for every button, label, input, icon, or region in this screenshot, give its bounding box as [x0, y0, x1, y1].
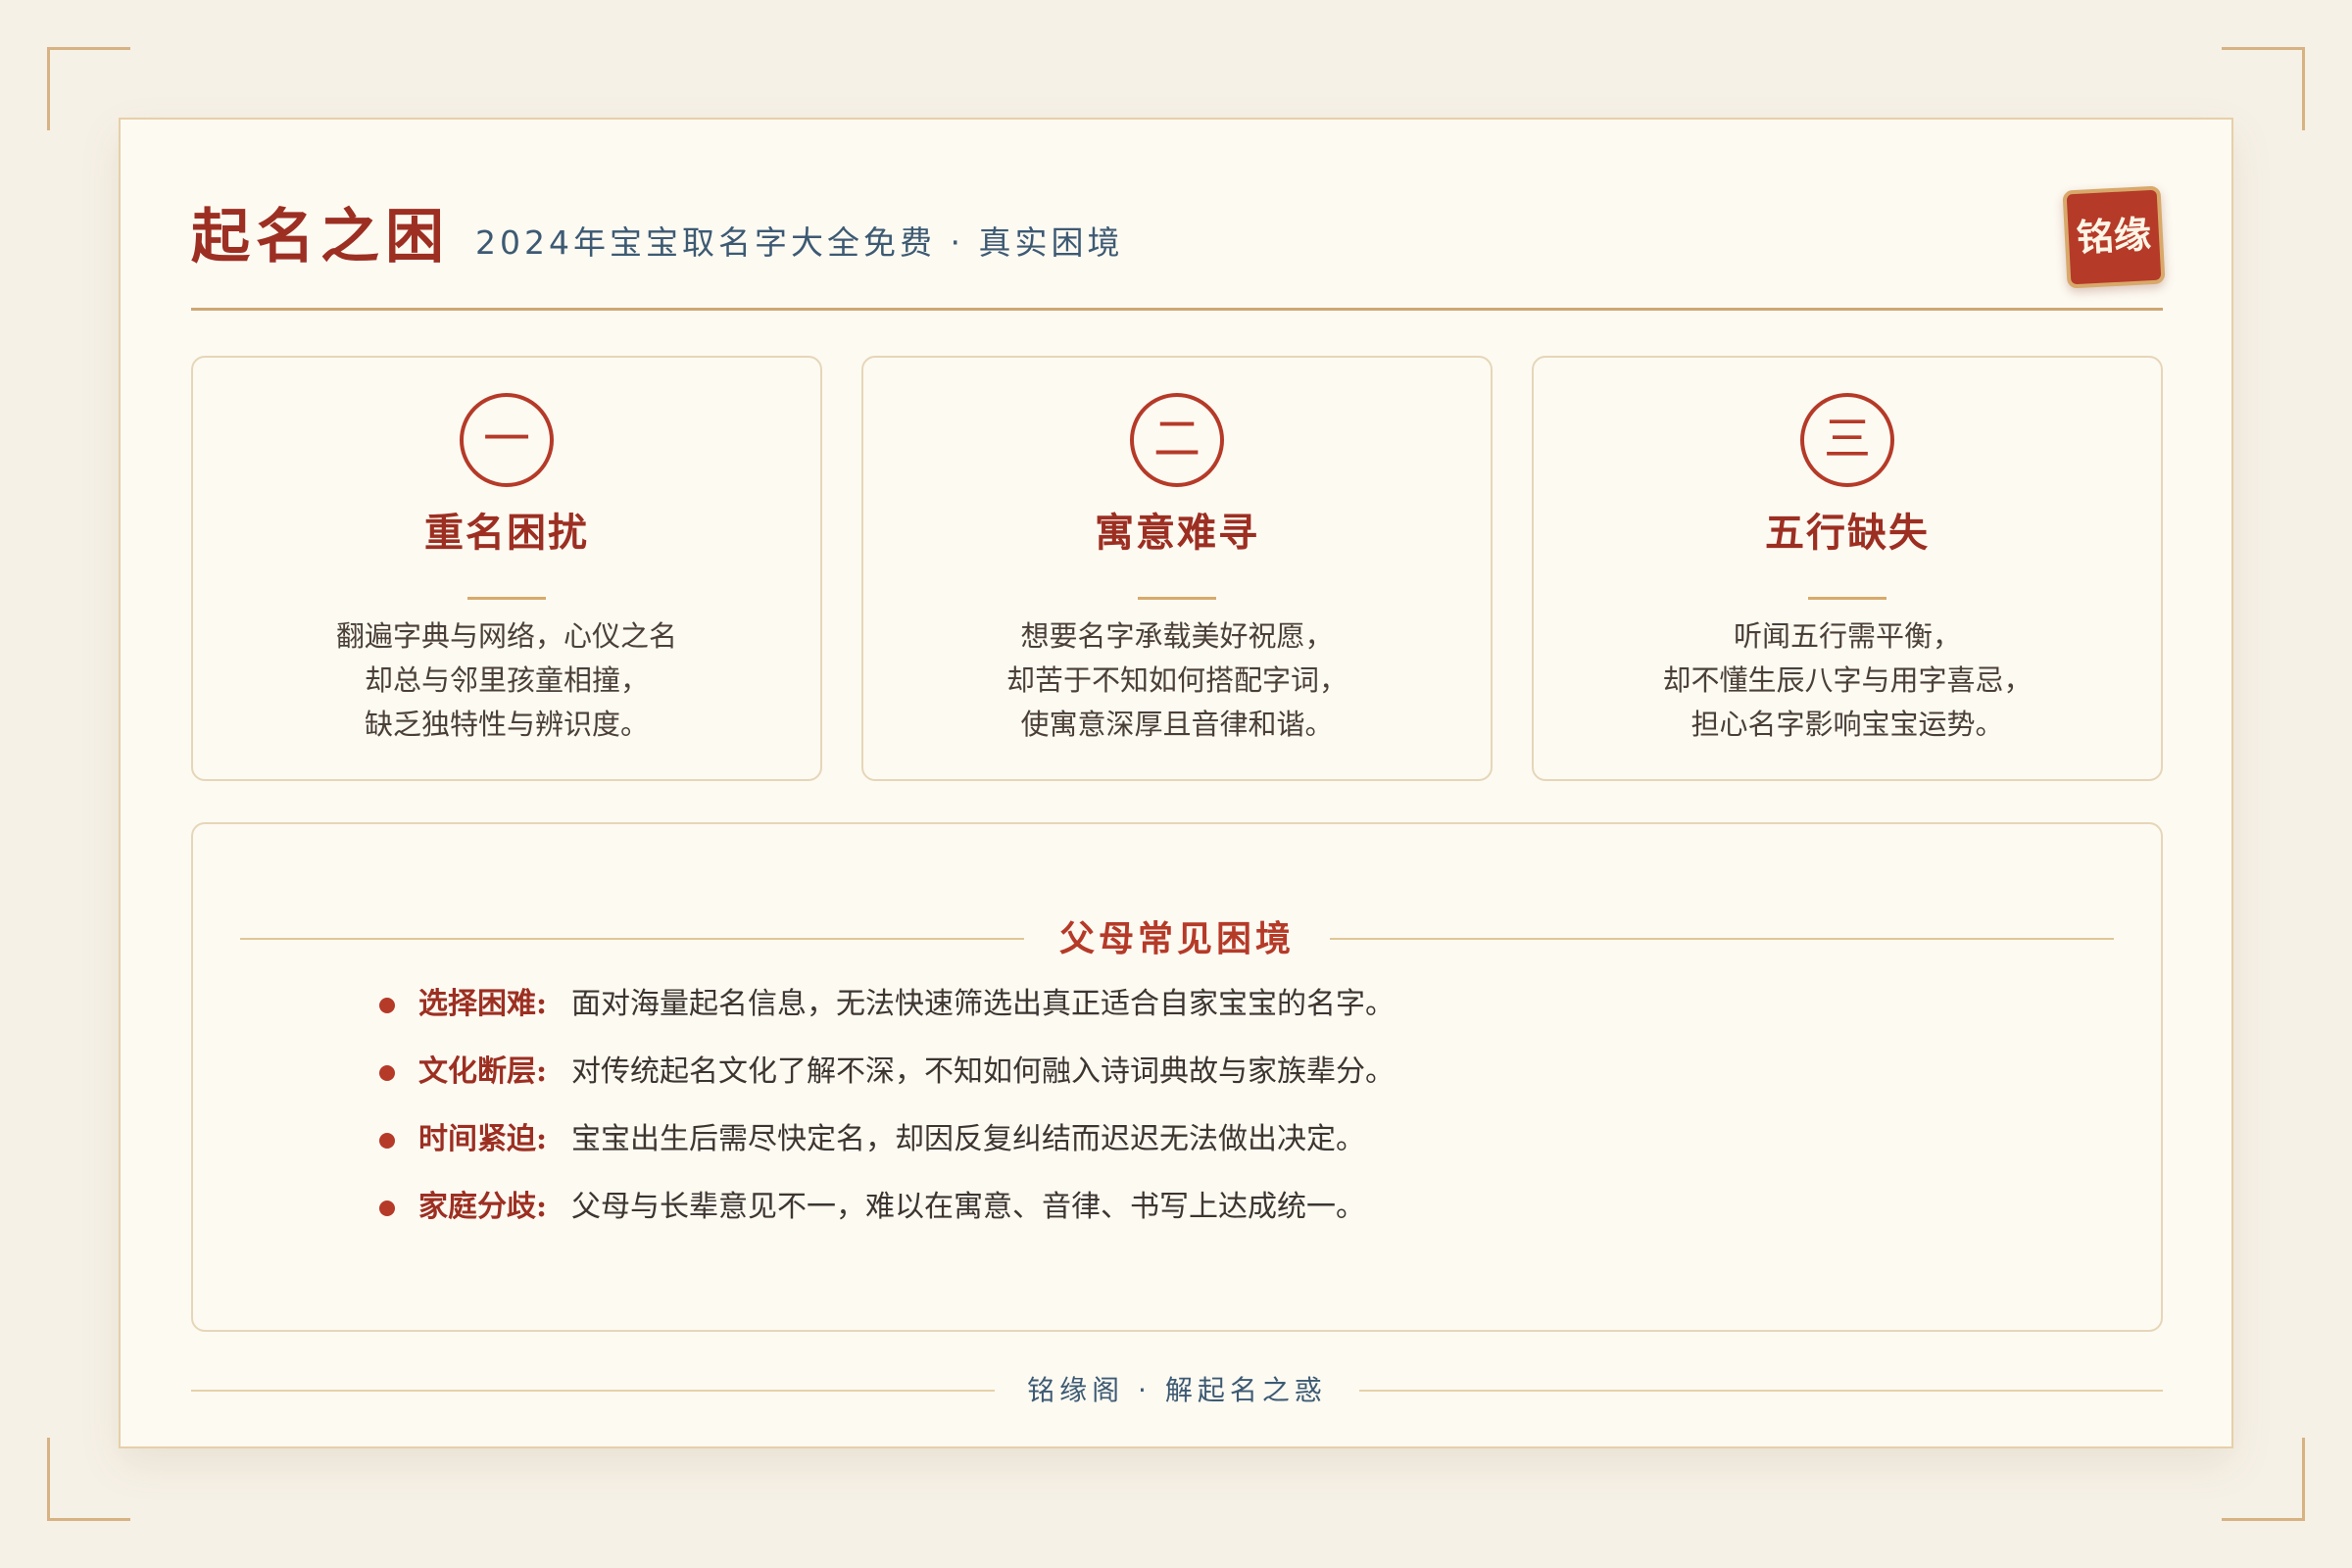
card-number-badge: 一	[460, 393, 554, 487]
page-header: 起名之困 2024年宝宝取名字大全免费 · 真实困境 铭缘	[191, 185, 2166, 306]
problem-cards: 一 重名困扰 翻遍字典与网络，心仪之名 却总与邻里孩童相撞， 缺乏独特性与辨识度…	[191, 356, 2163, 783]
card-description-line: 担心名字影响宝宝运势。	[1690, 708, 2004, 741]
card-divider	[467, 597, 546, 600]
card-divider	[1138, 597, 1216, 600]
list-item-text: 面对海量起名信息，无法快速筛选出真正适合自家宝宝的名字。	[571, 987, 1395, 1021]
bullet-icon	[379, 1200, 395, 1216]
card-title: 重名困扰	[424, 510, 589, 556]
card-description: 想要名字承载美好祝愿， 却苦于不知如何搭配字词， 使寓意深厚且音律和谐。	[893, 614, 1461, 747]
problem-card: 三 五行缺失 听闻五行需平衡， 却不懂生辰八字与用字喜忌， 担心名字影响宝宝运势…	[1532, 356, 2163, 781]
card-number-badge: 三	[1800, 393, 1894, 487]
card-description: 翻遍字典与网络，心仪之名 却总与邻里孩童相撞， 缺乏独特性与辨识度。	[222, 614, 791, 747]
page-subtitle: 2024年宝宝取名字大全免费 · 真实困境	[475, 223, 1124, 262]
list-item-label: 时间紧迫:	[418, 1122, 548, 1156]
brand-seal: 铭缘	[2062, 185, 2166, 289]
page-footer: 铭缘阁 · 解起名之惑	[191, 1366, 2163, 1415]
list-item: 时间紧迫: 宝宝出生后需尽快定名，却因反复纠结而迟迟无法做出决定。	[379, 1118, 1947, 1186]
header-divider	[191, 308, 2163, 311]
card-description-line: 缺乏独特性与辨识度。	[364, 708, 649, 741]
section-title: 父母常见困境	[1058, 918, 1295, 959]
list-item: 家庭分歧: 父母与长辈意见不一，难以在寓意、音律、书写上达成统一。	[379, 1186, 1947, 1253]
card-description-line: 翻遍字典与网络，心仪之名	[335, 619, 677, 653]
card-description-line: 想要名字承载美好祝愿，	[1020, 619, 1334, 653]
list-item-text: 宝宝出生后需尽快定名，却因反复纠结而迟迟无法做出决定。	[571, 1122, 1365, 1156]
section-heading: 父母常见困境	[240, 914, 2114, 963]
card-description: 听闻五行需平衡， 却不懂生辰八字与用字喜忌， 担心名字影响宝宝运势。	[1563, 614, 2132, 747]
card-description-line: 却苦于不知如何搭配字词，	[1005, 663, 1348, 697]
list-item: 选择困难: 面对海量起名信息，无法快速筛选出真正适合自家宝宝的名字。	[379, 983, 1947, 1051]
bullet-icon	[379, 1065, 395, 1081]
card-description-line: 却不懂生辰八字与用字喜忌，	[1662, 663, 2033, 697]
list-item-label: 家庭分歧:	[418, 1190, 548, 1224]
card-number-badge: 二	[1130, 393, 1224, 487]
card-divider	[1808, 597, 1886, 600]
card-title: 寓意难寻	[1095, 510, 1259, 556]
dilemma-list: 选择困难: 面对海量起名信息，无法快速筛选出真正适合自家宝宝的名字。 文化断层:…	[379, 983, 1947, 1253]
card-description-line: 使寓意深厚且音律和谐。	[1020, 708, 1334, 741]
corner-ornament-bottom-left	[47, 1438, 130, 1521]
bullet-icon	[379, 1133, 395, 1149]
footer-text: 铭缘阁 · 解起名之惑	[1027, 1374, 1327, 1406]
list-item-text: 父母与长辈意见不一，难以在寓意、音律、书写上达成统一。	[571, 1190, 1365, 1224]
bullet-icon	[379, 998, 395, 1013]
card-description-line: 听闻五行需平衡，	[1733, 619, 1961, 653]
list-item-label: 文化断层:	[418, 1054, 548, 1089]
list-item-text: 对传统起名文化了解不深，不知如何融入诗词典故与家族辈分。	[571, 1054, 1395, 1089]
problem-card: 一 重名困扰 翻遍字典与网络，心仪之名 却总与邻里孩童相撞， 缺乏独特性与辨识度…	[191, 356, 822, 781]
list-item-label: 选择困难:	[418, 987, 548, 1021]
page-title: 起名之困	[191, 203, 450, 271]
corner-ornament-bottom-right	[2222, 1438, 2305, 1521]
card-title: 五行缺失	[1765, 510, 1930, 556]
dilemmas-section: 父母常见困境 选择困难: 面对海量起名信息，无法快速筛选出真正适合自家宝宝的名字…	[191, 822, 2163, 1332]
content-sheet: 起名之困 2024年宝宝取名字大全免费 · 真实困境 铭缘 一 重名困扰 翻遍字…	[119, 118, 2233, 1448]
corner-ornament-top-right	[2222, 47, 2305, 130]
card-description-line: 却总与邻里孩童相撞，	[364, 663, 649, 697]
problem-card: 二 寓意难寻 想要名字承载美好祝愿， 却苦于不知如何搭配字词， 使寓意深厚且音律…	[861, 356, 1493, 781]
list-item: 文化断层: 对传统起名文化了解不深，不知如何融入诗词典故与家族辈分。	[379, 1051, 1947, 1118]
